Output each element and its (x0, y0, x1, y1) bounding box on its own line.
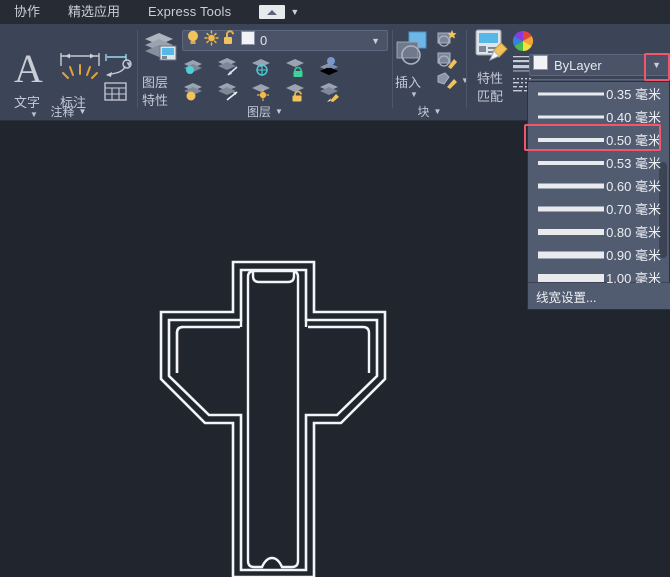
lineweight-item[interactable]: 0.50 毫米 (528, 128, 670, 151)
lineweight-item-label: 0.40 毫米 (606, 110, 661, 125)
lineweight-preview-bar (538, 228, 604, 235)
lineweight-preview-bar (538, 273, 604, 282)
lineweight-preview-bar (538, 183, 604, 188)
panel-block-title-text: 块 (417, 105, 430, 119)
layer-freeze-icon[interactable] (216, 55, 241, 77)
table-icon[interactable] (104, 82, 128, 102)
layer-on-icon[interactable] (250, 80, 275, 102)
lineweight-item-label: 0.80 毫米 (606, 225, 661, 240)
collapse-ribbon-icon[interactable] (259, 5, 286, 19)
edit-attribute-icon[interactable] (437, 71, 459, 91)
lineweight-item-label: 0.50 毫米 (606, 133, 661, 148)
layer-match-icon[interactable] (318, 80, 343, 102)
insert-block-icon[interactable] (395, 30, 435, 70)
lineweight-item[interactable]: 0.40 毫米 (528, 105, 670, 128)
color-combo-arrow[interactable]: ▼ (652, 60, 665, 70)
lineweight-item[interactable]: 0.35 毫米 (528, 82, 670, 105)
color-swatch-icon[interactable] (241, 31, 255, 50)
chevron-down-icon[interactable]: ▼ (290, 7, 299, 17)
lineweight-item-label: 0.60 毫米 (606, 179, 661, 194)
panel-block-title[interactable]: 块 ▼ (393, 103, 466, 120)
lineweight-item-label: 0.90 毫米 (606, 248, 661, 263)
menu-featured-apps[interactable]: 精选应用 (54, 0, 134, 24)
lineweight-settings-item[interactable]: 线宽设置... (528, 282, 670, 309)
layer-off-icon[interactable] (250, 55, 275, 77)
panel-layers-title-text: 图层 (247, 105, 272, 119)
lineweight-dropdown[interactable]: 0.35 毫米 0.40 毫米 0.50 毫米 0.53 毫米 0.60 毫米 0.70 … (527, 81, 670, 310)
menu-collaborate[interactable]: 协作 (0, 0, 54, 24)
lineweight-item-label: 1.00 毫米 (606, 271, 661, 283)
lineweight-item[interactable]: 0.70 毫米 (528, 197, 670, 220)
cad-application-window: 协作 精选应用 Express Tools ▼ A 文字 ▼ 标注 ▼ 注释 ▼… (0, 0, 670, 577)
leader-caret[interactable]: ▼ (125, 60, 133, 69)
lineweight-item-label: 0.35 毫米 (606, 87, 661, 102)
lineweight-item[interactable]: 1.00 毫米 (528, 266, 670, 283)
dimension-icon[interactable] (57, 52, 103, 86)
panel-block: 插入 ▼ ▼ 块 ▼ (393, 24, 469, 121)
match-props-label-1[interactable]: 特性 (477, 68, 503, 87)
layer-merge-icon[interactable] (318, 55, 343, 77)
lineweight-item[interactable]: 0.53 毫米 (528, 151, 670, 174)
unlock-icon[interactable] (223, 30, 236, 51)
insert-label[interactable]: 插入 (395, 72, 421, 91)
text-A-icon[interactable]: A (14, 49, 43, 89)
layer-tools-row-1 (182, 55, 388, 77)
white-color-swatch (533, 55, 548, 75)
layer-tools-row-2 (182, 80, 388, 102)
lineweight-item[interactable]: 0.60 毫米 (528, 174, 670, 197)
lineweight-dropdown-list[interactable]: 0.35 毫米 0.40 毫米 0.50 毫米 0.53 毫米 0.60 毫米 0.70 … (528, 82, 670, 283)
panel-layers: 图层 特性 0 ▼ 图层 ▼ (138, 24, 392, 121)
panel-properties: 特性 匹配 (467, 24, 534, 121)
panel-annotation: A 文字 ▼ 标注 ▼ 注释 ▼ (0, 24, 137, 121)
layer-tools-grid (182, 55, 388, 105)
layer-properties-icon[interactable] (142, 30, 180, 68)
lightbulb-on-icon[interactable] (186, 30, 200, 51)
layer-unisolate-icon[interactable] (182, 80, 207, 102)
lineweight-settings-label: 线宽设置... (536, 290, 597, 305)
lineweight-item-label: 0.70 毫米 (606, 202, 661, 217)
lineweight-item-label: 0.53 毫米 (606, 156, 661, 171)
lineweight-item[interactable]: 0.90 毫米 (528, 243, 670, 266)
layer-isolate-icon[interactable] (182, 55, 207, 77)
layer-combo[interactable]: 0 ▼ (182, 30, 388, 51)
panel-annotation-caret: ▼ (78, 107, 87, 116)
layer-lock-icon[interactable] (284, 55, 309, 77)
layer-thaw-icon[interactable] (216, 80, 241, 102)
panel-annotation-title-text: 注释 (50, 105, 75, 119)
lineweight-preview-bar (538, 251, 604, 258)
layer-props-label-1[interactable]: 图层 (142, 72, 168, 91)
lineweight-preview-bar (538, 137, 604, 142)
insert-caret[interactable]: ▼ (410, 90, 418, 99)
color-combo[interactable]: ByLayer ▼ (529, 54, 669, 76)
edit-block-icon[interactable] (437, 50, 459, 70)
panel-layers-title[interactable]: 图层 ▼ (138, 103, 392, 120)
create-block-icon[interactable] (437, 29, 459, 49)
sun-icon[interactable] (204, 30, 219, 51)
panel-annotation-title[interactable]: 注释 ▼ (0, 103, 137, 120)
lineweight-preview-bar (538, 160, 604, 165)
current-layer-name: 0 (260, 33, 268, 48)
lineweight-preview-bar (538, 206, 604, 211)
menu-express-tools[interactable]: Express Tools (134, 0, 245, 24)
color-wheel-icon[interactable] (512, 30, 534, 57)
lineweight-preview-bar (538, 115, 604, 118)
color-combo-value: ByLayer (554, 57, 602, 73)
panel-layers-caret: ▼ (275, 107, 283, 116)
lineweight-item[interactable]: 0.80 毫米 (528, 220, 670, 243)
match-properties-icon[interactable] (475, 29, 511, 63)
menu-bar: 协作 精选应用 Express Tools ▼ (0, 0, 670, 24)
lineweight-preview-bar (538, 92, 604, 95)
layer-combo-arrow[interactable]: ▼ (371, 36, 384, 46)
panel-block-caret: ▼ (433, 107, 442, 116)
layer-unlock-icon[interactable] (284, 80, 309, 102)
match-props-label-2[interactable]: 匹配 (477, 86, 503, 105)
